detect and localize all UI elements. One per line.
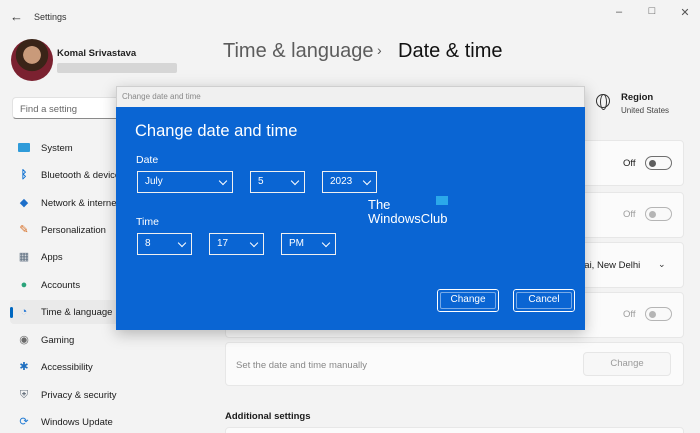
toggle-state-label: Off [623, 309, 636, 320]
dst-toggle[interactable] [645, 307, 672, 321]
wifi-icon: ◆ [19, 197, 29, 209]
system-icon [17, 141, 31, 155]
maximize-icon[interactable]: □ [645, 5, 659, 17]
sidebar-item-system[interactable]: System [10, 136, 122, 160]
user-email-redacted [57, 63, 177, 73]
sidebar-item-windows-update[interactable]: ⟳ Windows Update [10, 410, 122, 433]
watermark-line2: WindowsClub [368, 211, 448, 226]
globe-icon [596, 93, 610, 110]
chevron-down-icon [249, 238, 259, 248]
sidebar-item-bluetooth[interactable]: ᛒ Bluetooth & devices [10, 163, 125, 187]
chevron-down-icon [362, 176, 372, 186]
bluetooth-icon: ᛒ [20, 169, 28, 181]
sidebar-item-label: Gaming [41, 335, 75, 346]
sidebar-item-label: System [41, 143, 73, 154]
sidebar-item-label: Network & internet [41, 198, 120, 209]
sidebar-item-label: Bluetooth & devices [41, 170, 125, 181]
time-label: Time [136, 216, 159, 228]
dialog-heading: Change date and time [135, 122, 298, 140]
minute-select[interactable]: 17 [209, 233, 264, 255]
sidebar-item-personalization[interactable]: ✎ Personalization [10, 218, 122, 242]
brush-icon: ✎ [19, 224, 29, 236]
hour-select[interactable]: 8 [137, 233, 192, 255]
watermark-logo-icon [436, 196, 448, 205]
sidebar-item-label: Apps [41, 252, 63, 263]
day-value: 5 [258, 176, 264, 187]
date-label: Date [136, 154, 159, 166]
user-name: Komal Srivastava [57, 48, 137, 59]
apps-icon: ▦ [18, 251, 30, 263]
sidebar-item-accounts[interactable]: ● Accounts [10, 273, 122, 297]
shield-icon: ⛨ [19, 389, 29, 401]
minute-value: 17 [217, 238, 229, 249]
change-button[interactable]: Change [436, 288, 500, 313]
page-title: Date & time [398, 40, 503, 62]
active-indicator [10, 307, 13, 318]
toggle-state-label: Off [623, 209, 636, 220]
manual-setting-label: Set the date and time manually [236, 360, 367, 371]
sidebar-item-apps[interactable]: ▦ Apps [10, 245, 122, 269]
chevron-down-icon [177, 238, 187, 248]
month-select[interactable]: July [137, 171, 233, 193]
dialog-window-title: Change date and time [122, 92, 201, 101]
region-title: Region [621, 92, 654, 103]
breadcrumb-separator: › [377, 42, 382, 58]
chevron-down-icon [290, 176, 300, 186]
sidebar-item-gaming[interactable]: ◉ Gaming [10, 328, 122, 352]
update-icon: ⟳ [19, 416, 29, 428]
toggle-state-label: Off [623, 158, 636, 169]
cancel-button[interactable]: Cancel [512, 288, 576, 313]
year-value: 2023 [330, 176, 353, 187]
breadcrumb-parent[interactable]: Time & language [223, 40, 373, 63]
sidebar-item-label: Accessibility [41, 362, 93, 373]
avatar[interactable] [11, 39, 53, 81]
sidebar-item-network[interactable]: ◆ Network & internet [10, 191, 122, 215]
year-select[interactable]: 2023 [322, 171, 377, 193]
auto-time-toggle[interactable] [645, 156, 672, 170]
sidebar-item-label: Time & language [41, 307, 113, 318]
title-bar: ← Settings – □ ✕ [0, 0, 700, 32]
sidebar-item-accessibility[interactable]: ✱ Accessibility [10, 355, 122, 379]
chevron-down-icon [321, 238, 331, 248]
sidebar-item-label: Accounts [41, 280, 81, 291]
chevron-down-icon[interactable]: ⌄ [658, 259, 666, 270]
dialog-title-bar[interactable]: Change date and time [116, 86, 585, 107]
sidebar-item-label: Windows Update [41, 417, 113, 428]
timezone-dropdown-value[interactable]: bai, New Delhi [579, 260, 640, 271]
sidebar-item-privacy[interactable]: ⛨ Privacy & security [10, 383, 122, 407]
month-value: July [145, 176, 163, 187]
chevron-down-icon [218, 176, 228, 186]
globe-clock-icon: ◔ [20, 306, 28, 318]
sidebar-item-label: Privacy & security [41, 390, 117, 401]
ampm-value: PM [289, 238, 304, 249]
accounts-icon: ● [20, 279, 28, 291]
accessibility-icon: ✱ [19, 361, 29, 373]
gamepad-icon: ◉ [19, 334, 29, 346]
hour-value: 8 [145, 238, 151, 249]
minimize-icon[interactable]: – [612, 6, 626, 18]
sidebar-item-label: Personalization [41, 225, 106, 236]
close-icon[interactable]: ✕ [678, 6, 692, 19]
day-select[interactable]: 5 [250, 171, 305, 193]
app-title: Settings [34, 12, 67, 22]
additional-settings-heading: Additional settings [225, 411, 311, 422]
ampm-select[interactable]: PM [281, 233, 336, 255]
auto-timezone-toggle[interactable] [645, 207, 672, 221]
search-input[interactable]: Find a setting [12, 97, 130, 119]
sidebar-item-time-language[interactable]: ◔ Time & language [10, 300, 122, 324]
manual-change-button[interactable]: Change [583, 352, 671, 376]
search-placeholder: Find a setting [20, 104, 78, 115]
region-value: United States [621, 106, 670, 115]
setting-card-additional [225, 427, 684, 433]
back-arrow-icon[interactable]: ← [10, 9, 23, 24]
